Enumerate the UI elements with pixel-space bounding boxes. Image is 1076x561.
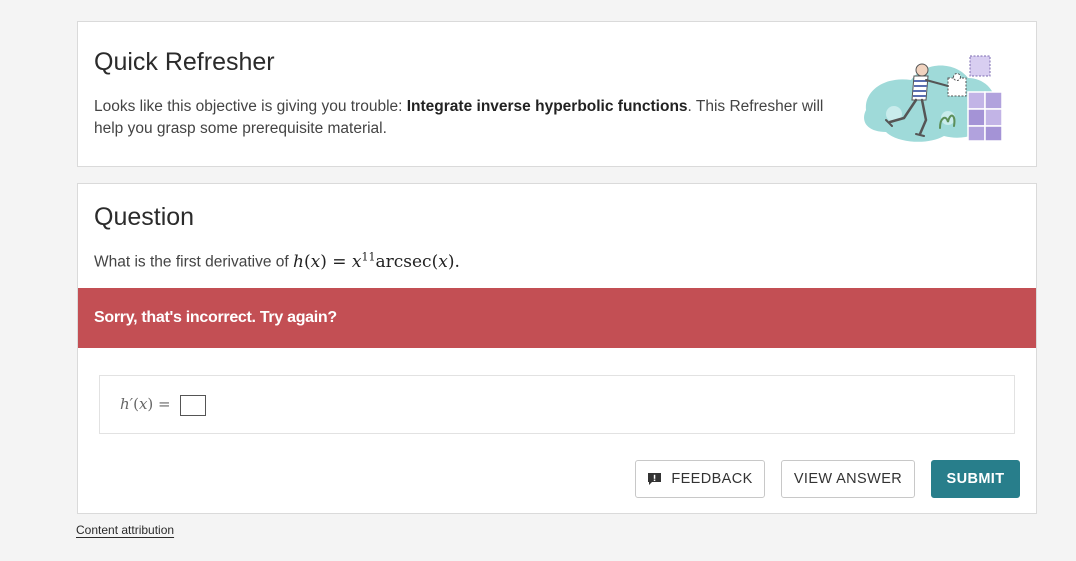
question-prompt: What is the first derivative of h(x) = x… (94, 250, 460, 272)
formula-end: . (454, 251, 460, 272)
formula-exponent: 11 (361, 250, 376, 263)
answer-label-equals: = (158, 395, 171, 413)
answer-label-var: x (138, 395, 148, 413)
refresher-text-before: Looks like this objective is giving you … (94, 98, 407, 115)
feedback-button[interactable]: FEEDBACK (635, 460, 765, 498)
question-prompt-text: What is the first derivative of (94, 253, 293, 271)
view-answer-button[interactable]: VIEW ANSWER (781, 460, 915, 498)
question-formula: h(x) = x11arcsec(x). (293, 250, 460, 272)
formula-arg: x (438, 251, 448, 272)
answer-area: h′(x) = (99, 375, 1015, 434)
puzzle-illustration (864, 55, 1003, 142)
view-answer-button-label: VIEW ANSWER (793, 471, 903, 487)
quick-refresher-card: Quick Refresher Looks like this objectiv… (77, 21, 1037, 167)
answer-label: h′(x) = (120, 395, 171, 413)
formula-fn: h (293, 251, 304, 272)
question-title: Question (94, 203, 195, 231)
refresher-objective: Integrate inverse hyperbolic functions (406, 98, 688, 115)
formula-var: x (310, 251, 321, 272)
refresher-description: Looks like this objective is giving you … (94, 96, 844, 140)
incorrect-feedback-banner: Sorry, that's incorrect. Try again? (78, 288, 1036, 348)
answer-input[interactable] (180, 395, 206, 416)
submit-button[interactable]: SUBMIT (931, 460, 1020, 498)
feedback-button-label: FEEDBACK (671, 471, 753, 487)
feedback-icon (648, 473, 662, 485)
answer-label-fn: h′ (120, 395, 134, 413)
submit-button-label: SUBMIT (946, 471, 1005, 487)
question-card: Question What is the first derivative of… (77, 183, 1037, 514)
content-attribution-link[interactable]: Content attribution (76, 523, 174, 537)
formula-func: arcsec (375, 251, 432, 272)
incorrect-feedback-message: Sorry, that's incorrect. Try again? (94, 309, 337, 326)
formula-equals: = (332, 251, 347, 272)
refresher-title: Quick Refresher (94, 48, 275, 76)
